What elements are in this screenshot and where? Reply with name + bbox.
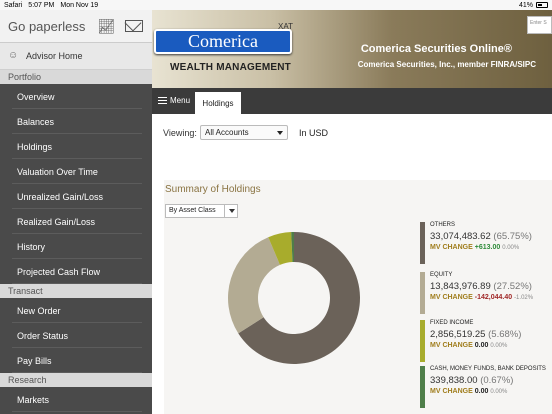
mv-change: MV CHANGE +613.00 0.00% [430, 244, 520, 251]
header-banner: Comerica XAT WEALTH MANAGEMENT Comerica … [152, 10, 552, 88]
menu-button[interactable]: Menu [158, 96, 190, 105]
trend-chart-icon[interactable]: 📈︎ [97, 18, 115, 35]
nav-section-research: Research [0, 373, 152, 387]
sidebar-item-history[interactable]: History [0, 234, 152, 259]
donut-slice-equity[interactable] [228, 237, 280, 334]
chevron-down-icon [224, 205, 237, 217]
legend-color-swatch [420, 320, 425, 362]
status-bar: Safari 5:07 PM Mon Nov 19 41% [0, 0, 552, 10]
nav-sections: Portfolio Overview Balances Holdings Valuati… [0, 70, 152, 412]
asset-class-name: OTHERS [430, 222, 456, 228]
legend-item[interactable]: FIXED INCOME 2,856,519.25 (5.68%) MV CHANG… [420, 320, 552, 362]
asset-class-value: 339,838.00 (0.67%) [430, 375, 514, 386]
sidebar-item-holdings[interactable]: Holdings [0, 134, 152, 159]
advisor-home-label: Advisor Home [26, 51, 83, 61]
site-subtitle: Comerica Securities, Inc., member FINRA/… [357, 60, 536, 69]
group-by-value: By Asset Class [169, 207, 216, 214]
main-content: Viewing: All Accounts In USD Summary of … [152, 114, 552, 414]
wealth-management-label: WEALTH MANAGEMENT [170, 62, 291, 73]
account-select-value: All Accounts [205, 128, 249, 137]
mv-change: MV CHANGE 0.00 0.00% [430, 388, 508, 395]
tab-holdings[interactable]: Holdings [195, 92, 241, 114]
legend-color-swatch [420, 366, 425, 408]
nav-section-transact: Transact [0, 284, 152, 298]
hamburger-icon [158, 97, 167, 104]
legend-item[interactable]: EQUITY 13,843,976.89 (27.52%) MV CHANGE -1… [420, 272, 552, 314]
sidebar-item-balances[interactable]: Balances [0, 109, 152, 134]
chevron-down-icon [277, 131, 283, 135]
summary-card: Summary of Holdings By Asset Class OTHER… [164, 180, 552, 414]
status-date: Mon Nov 19 [60, 1, 99, 9]
asset-class-value: 2,856,519.25 (5.68%) [430, 329, 522, 340]
sidebar-item-unrealized-gain-loss[interactable]: Unrealized Gain/Loss [0, 184, 152, 209]
legend-text: CASH, MONEY FUNDS, BANK DEPOSITS 339,838.… [430, 366, 546, 395]
legend-color-swatch [420, 222, 425, 264]
asset-class-value: 13,843,976.89 (27.52%) [430, 281, 532, 292]
sidebar-item-projected-cash-flow[interactable]: Projected Cash Flow [0, 259, 152, 284]
mv-change: MV CHANGE -142,044.40 -1.02% [430, 294, 534, 301]
battery-icon [536, 2, 548, 8]
environment-tag: XAT [278, 22, 293, 31]
asset-class-name: FIXED INCOME [430, 320, 474, 326]
holdings-donut-chart[interactable] [226, 230, 362, 366]
sidebar-item-markets[interactable]: Markets [0, 387, 152, 412]
menu-label: Menu [170, 96, 191, 105]
mail-icon[interactable] [125, 20, 144, 32]
asset-class-name: EQUITY [430, 272, 453, 278]
group-by-select[interactable]: By Asset Class [165, 204, 238, 218]
sidebar-item-overview[interactable]: Overview [0, 84, 152, 109]
sidebar-item-new-order[interactable]: New Order [0, 298, 152, 323]
advisor-icon: ☺ [8, 50, 19, 61]
sidebar-item-valuation-over-time[interactable]: Valuation Over Time [0, 159, 152, 184]
legend-item[interactable]: CASH, MONEY FUNDS, BANK DEPOSITS 339,838.… [420, 366, 552, 408]
comerica-logo[interactable]: Comerica [154, 29, 292, 54]
legend-text: FIXED INCOME 2,856,519.25 (5.68%) MV CHANG… [430, 320, 521, 349]
status-time: 5:07 PM [28, 1, 55, 9]
sidebar-header: Go paperless 📈︎ [0, 10, 152, 43]
back-to-safari[interactable]: Safari [4, 2, 22, 9]
tab-bar: Menu Holdings [152, 88, 552, 114]
sidebar-item-pay-bills[interactable]: Pay Bills [0, 348, 152, 373]
sidebar-item-realized-gain-loss[interactable]: Realized Gain/Loss [0, 209, 152, 234]
search-input[interactable]: Enter S [527, 16, 552, 34]
currency-label: In USD [299, 128, 329, 138]
asset-class-value: 33,074,483.62 (65.75%) [430, 231, 532, 242]
sidebar: Go paperless 📈︎ ☺ Advisor Home Portfolio… [0, 10, 152, 414]
legend-color-swatch [420, 272, 425, 314]
battery-percent: 41% [518, 1, 533, 9]
nav-section-portfolio: Portfolio [0, 70, 152, 84]
go-paperless-link[interactable]: Go paperless [8, 19, 85, 34]
legend-text: OTHERS 33,074,483.62 (65.75%) MV CHANGE +6… [430, 222, 532, 251]
legend-item[interactable]: OTHERS 33,074,483.62 (65.75%) MV CHANGE +6… [420, 222, 552, 264]
asset-class-name: CASH, MONEY FUNDS, BANK DEPOSITS [430, 366, 546, 372]
sidebar-item-order-status[interactable]: Order Status [0, 323, 152, 348]
account-select[interactable]: All Accounts [200, 125, 288, 140]
viewing-label: Viewing: [163, 128, 197, 138]
summary-title: Summary of Holdings [165, 184, 261, 195]
advisor-home-link[interactable]: ☺ Advisor Home [0, 43, 152, 70]
legend-text: EQUITY 13,843,976.89 (27.52%) MV CHANGE -1… [430, 272, 533, 301]
mv-change: MV CHANGE 0.00 0.00% [430, 342, 508, 349]
site-title: Comerica Securities Online® [360, 43, 512, 55]
